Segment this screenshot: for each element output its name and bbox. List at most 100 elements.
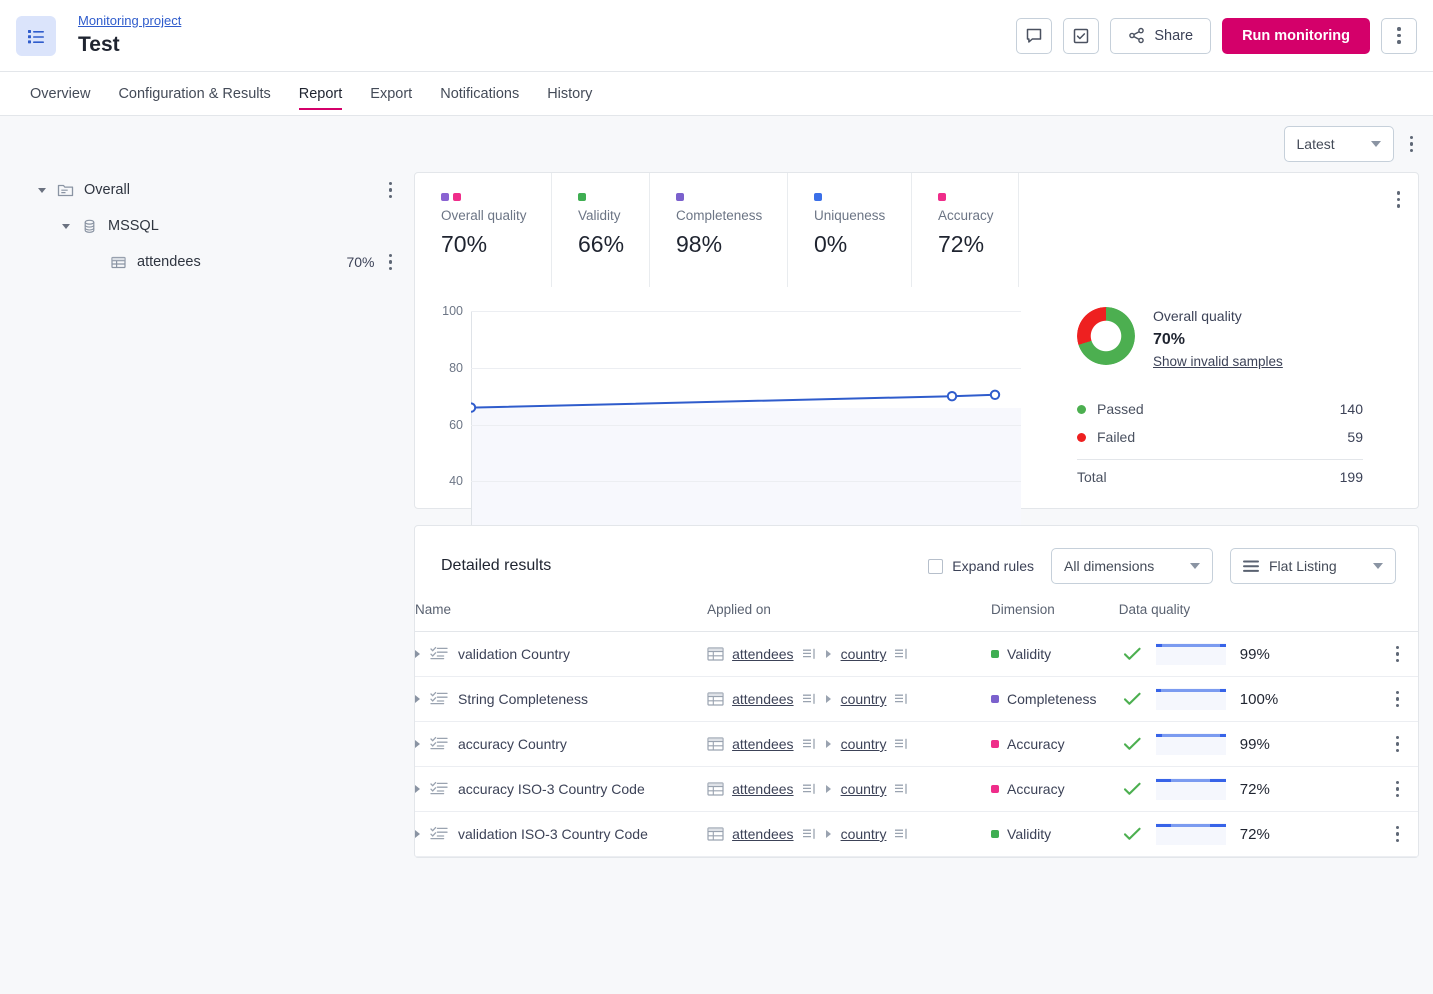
breadcrumb-monitoring-project[interactable]: Monitoring project bbox=[78, 13, 181, 29]
applied-table-link[interactable]: attendees bbox=[732, 691, 794, 707]
kpi-uniqueness[interactable]: Uniqueness 0% bbox=[788, 173, 912, 287]
detailed-results-title: Detailed results bbox=[441, 557, 551, 575]
column-header-dimension: Dimension bbox=[991, 602, 1119, 632]
donut-value: 70% bbox=[1153, 331, 1283, 349]
quality-percent: 99% bbox=[1240, 646, 1270, 663]
tab-label: Configuration & Results bbox=[118, 86, 270, 102]
overall-quality-donut bbox=[1077, 307, 1135, 365]
tab-notifications[interactable]: Notifications bbox=[426, 72, 533, 115]
cell-actions bbox=[1377, 722, 1418, 767]
report-content: Latest Overall quality 70% bbox=[414, 116, 1433, 994]
applied-column-link[interactable]: country bbox=[841, 736, 887, 752]
applied-table-link[interactable]: attendees bbox=[732, 736, 794, 752]
tree-item-mssql[interactable]: MSSQL bbox=[0, 208, 414, 244]
kpi-strip-spacer bbox=[1019, 173, 1418, 287]
rule-name: String Completeness bbox=[458, 691, 588, 707]
table-body: validation Country attendees country Validi… bbox=[415, 632, 1418, 857]
chevron-down-icon[interactable] bbox=[38, 188, 46, 193]
row-expand-icon[interactable] bbox=[415, 695, 420, 703]
row-expand-icon[interactable] bbox=[415, 650, 420, 658]
applied-table-link[interactable]: attendees bbox=[732, 826, 794, 842]
kpi-completeness[interactable]: Completeness 98% bbox=[650, 173, 788, 287]
applied-table-link[interactable]: attendees bbox=[732, 781, 794, 797]
tab-label: Report bbox=[299, 86, 343, 102]
overview-card-more-button[interactable] bbox=[1397, 191, 1401, 208]
chevron-right-icon bbox=[826, 830, 831, 838]
row-expand-icon[interactable] bbox=[415, 830, 420, 838]
status-passed-icon bbox=[1123, 781, 1142, 797]
tab-label: Overview bbox=[30, 86, 90, 102]
kpi-color-dots bbox=[441, 193, 551, 201]
color-dot bbox=[814, 193, 822, 201]
overview-card: Overall quality 70% Validity 66% Complet… bbox=[414, 172, 1419, 509]
dimension-color-dot bbox=[991, 650, 999, 658]
table-row[interactable]: accuracy CountryattendeescountryAccuracy… bbox=[415, 722, 1418, 767]
applied-table-link[interactable]: attendees bbox=[732, 646, 794, 662]
tree-item-more-button[interactable] bbox=[389, 182, 393, 199]
tab-export[interactable]: Export bbox=[356, 72, 426, 115]
task-button[interactable] bbox=[1063, 18, 1099, 54]
color-dot bbox=[441, 193, 449, 201]
run-monitoring-button[interactable]: Run monitoring bbox=[1222, 18, 1370, 54]
cell-applied-on: attendees country bbox=[707, 632, 991, 677]
column-icon bbox=[802, 737, 816, 751]
comment-button[interactable] bbox=[1016, 18, 1052, 54]
cell-name: accuracy ISO-3 Country Code bbox=[415, 767, 707, 812]
table-row[interactable]: accuracy ISO-3 Country Code attendees coun… bbox=[415, 767, 1418, 812]
row-expand-icon[interactable] bbox=[415, 740, 420, 748]
expand-rules-toggle[interactable]: Expand rules bbox=[928, 558, 1034, 574]
applied-column-link[interactable]: country bbox=[841, 826, 887, 842]
row-more-button[interactable] bbox=[1377, 781, 1418, 798]
table-row[interactable]: validation CountryattendeescountryValidi… bbox=[415, 632, 1418, 677]
table-row[interactable]: String CompletenessattendeescountryCompl… bbox=[415, 677, 1418, 722]
row-more-button[interactable] bbox=[1377, 691, 1418, 708]
kpi-label: Uniqueness bbox=[814, 208, 911, 224]
applied-column-link[interactable]: country bbox=[841, 781, 887, 797]
kpi-accuracy[interactable]: Accuracy 72% bbox=[912, 173, 1019, 287]
expand-rules-checkbox[interactable] bbox=[928, 559, 943, 574]
table-icon bbox=[707, 827, 724, 842]
tab-history[interactable]: History bbox=[533, 72, 606, 115]
tab-overview[interactable]: Overview bbox=[16, 72, 104, 115]
show-invalid-samples-link[interactable]: Show invalid samples bbox=[1153, 354, 1283, 369]
kpi-overall-quality[interactable]: Overall quality 70% bbox=[415, 173, 552, 287]
cell-data-quality: 100% bbox=[1119, 677, 1378, 722]
listing-mode-select[interactable]: Flat Listing bbox=[1230, 548, 1396, 584]
top-header: Monitoring project Test bbox=[0, 0, 1433, 72]
quality-trend-chart: 100 80 60 40 20 0 02:30 03 PM 03:30 04 P… bbox=[415, 299, 1055, 494]
rule-checklist-icon bbox=[430, 736, 448, 752]
row-more-button[interactable] bbox=[1377, 646, 1418, 663]
report-more-button[interactable] bbox=[1410, 136, 1414, 153]
row-more-button[interactable] bbox=[1377, 736, 1418, 753]
table-row[interactable]: validation ISO-3 Country Codeattendeesco… bbox=[415, 812, 1418, 857]
tree-item-more-button[interactable] bbox=[389, 254, 393, 271]
share-icon bbox=[1128, 27, 1145, 44]
applied-column-link[interactable]: country bbox=[841, 646, 887, 662]
checkbox-icon bbox=[1072, 27, 1090, 45]
cell-actions bbox=[1377, 677, 1418, 722]
row-expand-icon[interactable] bbox=[415, 785, 420, 793]
chart-row: 100 80 60 40 20 0 02:30 03 PM 03:30 04 P… bbox=[415, 287, 1418, 508]
chevron-down-icon[interactable] bbox=[62, 224, 70, 229]
list-lines-icon bbox=[1243, 560, 1259, 573]
cell-actions bbox=[1377, 632, 1418, 677]
tab-report[interactable]: Report bbox=[285, 72, 357, 115]
share-button[interactable]: Share bbox=[1110, 18, 1211, 54]
cell-data-quality: 99% bbox=[1119, 632, 1378, 677]
tree-item-attendees[interactable]: attendees 70% bbox=[0, 244, 414, 280]
row-more-button[interactable] bbox=[1377, 826, 1418, 843]
quality-percent: 99% bbox=[1240, 736, 1270, 753]
header-more-button[interactable] bbox=[1381, 18, 1417, 54]
cell-dimension: Validity bbox=[991, 812, 1119, 857]
applied-column-link[interactable]: country bbox=[841, 691, 887, 707]
tree-item-overall[interactable]: Overall bbox=[0, 172, 414, 208]
column-header-actions bbox=[1377, 602, 1418, 632]
run-select[interactable]: Latest bbox=[1284, 126, 1394, 162]
kpi-validity[interactable]: Validity 66% bbox=[552, 173, 650, 287]
cell-name: accuracy Country bbox=[415, 722, 707, 767]
rule-name: validation Country bbox=[458, 646, 570, 662]
report-toolbar: Latest bbox=[414, 116, 1419, 172]
tab-configuration-results[interactable]: Configuration & Results bbox=[104, 72, 284, 115]
table-icon bbox=[707, 692, 724, 707]
dimension-filter-select[interactable]: All dimensions bbox=[1051, 548, 1213, 584]
